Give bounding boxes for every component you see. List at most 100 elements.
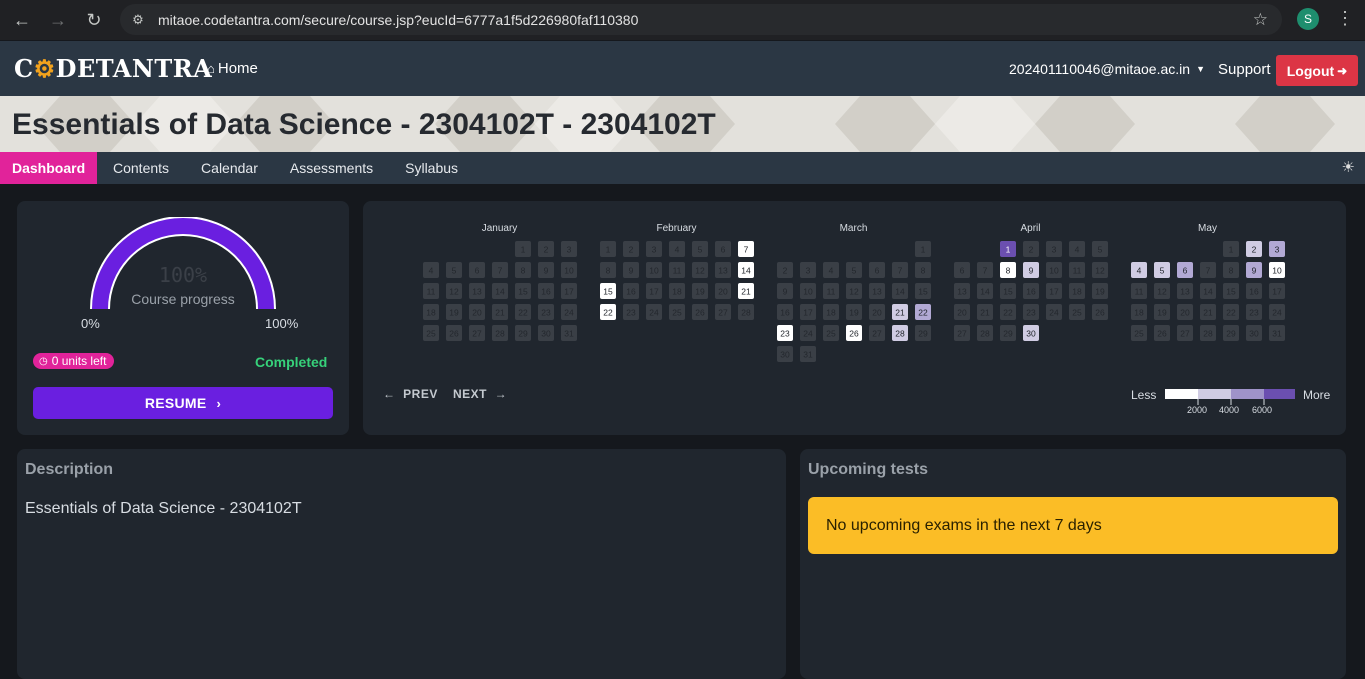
heatmap-day-cell[interactable]: 22 (915, 304, 931, 320)
tab-dashboard[interactable]: Dashboard (0, 152, 97, 184)
reload-icon[interactable]: ↻ (76, 2, 112, 38)
heatmap-day-cell[interactable]: 31 (1269, 325, 1285, 341)
heatmap-day-cell[interactable]: 4 (823, 262, 839, 278)
heatmap-day-cell[interactable]: 21 (892, 304, 908, 320)
forward-icon[interactable]: → (40, 2, 76, 38)
heatmap-day-cell[interactable]: 15 (915, 283, 931, 299)
heatmap-day-cell[interactable]: 18 (669, 283, 685, 299)
heatmap-day-cell[interactable]: 17 (1046, 283, 1062, 299)
heatmap-day-cell[interactable]: 14 (492, 283, 508, 299)
heatmap-day-cell[interactable]: 29 (515, 325, 531, 341)
heatmap-day-cell[interactable]: 31 (561, 325, 577, 341)
heatmap-day-cell[interactable]: 30 (538, 325, 554, 341)
heatmap-day-cell[interactable]: 27 (954, 325, 970, 341)
heatmap-day-cell[interactable]: 1 (600, 241, 616, 257)
heatmap-day-cell[interactable]: 19 (1092, 283, 1108, 299)
heatmap-day-cell[interactable]: 13 (1177, 283, 1193, 299)
heatmap-day-cell[interactable]: 23 (777, 325, 793, 341)
heatmap-day-cell[interactable]: 29 (915, 325, 931, 341)
heatmap-day-cell[interactable]: 27 (469, 325, 485, 341)
heatmap-day-cell[interactable]: 8 (515, 262, 531, 278)
heatmap-day-cell[interactable]: 13 (954, 283, 970, 299)
heatmap-day-cell[interactable]: 10 (800, 283, 816, 299)
heatmap-day-cell[interactable]: 19 (1154, 304, 1170, 320)
heatmap-day-cell[interactable]: 11 (823, 283, 839, 299)
heatmap-day-cell[interactable]: 6 (715, 241, 731, 257)
heatmap-day-cell[interactable]: 5 (692, 241, 708, 257)
heatmap-day-cell[interactable]: 8 (915, 262, 931, 278)
heatmap-day-cell[interactable]: 22 (600, 304, 616, 320)
tab-calendar[interactable]: Calendar (185, 152, 274, 184)
heatmap-day-cell[interactable]: 5 (1092, 241, 1108, 257)
heatmap-day-cell[interactable]: 3 (561, 241, 577, 257)
heatmap-day-cell[interactable]: 28 (492, 325, 508, 341)
heatmap-day-cell[interactable]: 13 (469, 283, 485, 299)
heatmap-day-cell[interactable]: 28 (977, 325, 993, 341)
tab-assessments[interactable]: Assessments (274, 152, 389, 184)
heatmap-day-cell[interactable]: 21 (1200, 304, 1216, 320)
heatmap-day-cell[interactable]: 1 (1000, 241, 1016, 257)
heatmap-day-cell[interactable]: 4 (1131, 262, 1147, 278)
heatmap-day-cell[interactable]: 24 (1046, 304, 1062, 320)
heatmap-day-cell[interactable]: 6 (869, 262, 885, 278)
heatmap-day-cell[interactable]: 30 (1023, 325, 1039, 341)
heatmap-day-cell[interactable]: 6 (1177, 262, 1193, 278)
heatmap-day-cell[interactable]: 23 (1023, 304, 1039, 320)
home-link[interactable]: ⌂ Home (207, 60, 258, 77)
tab-syllabus[interactable]: Syllabus (389, 152, 474, 184)
heatmap-day-cell[interactable]: 1 (1223, 241, 1239, 257)
heatmap-day-cell[interactable]: 4 (1069, 241, 1085, 257)
heatmap-day-cell[interactable]: 18 (1069, 283, 1085, 299)
heatmap-day-cell[interactable]: 26 (446, 325, 462, 341)
next-button[interactable]: NEXT → (453, 387, 507, 401)
heatmap-day-cell[interactable]: 3 (800, 262, 816, 278)
heatmap-day-cell[interactable]: 10 (1269, 262, 1285, 278)
heatmap-day-cell[interactable]: 23 (623, 304, 639, 320)
heatmap-day-cell[interactable]: 11 (669, 262, 685, 278)
heatmap-day-cell[interactable]: 25 (1069, 304, 1085, 320)
resume-button[interactable]: RESUME › (33, 387, 333, 419)
heatmap-day-cell[interactable]: 4 (423, 262, 439, 278)
heatmap-day-cell[interactable]: 2 (538, 241, 554, 257)
heatmap-day-cell[interactable]: 12 (1154, 283, 1170, 299)
heatmap-day-cell[interactable]: 28 (738, 304, 754, 320)
support-link[interactable]: Support (1218, 61, 1271, 78)
heatmap-day-cell[interactable]: 2 (777, 262, 793, 278)
heatmap-day-cell[interactable]: 7 (738, 241, 754, 257)
heatmap-day-cell[interactable]: 26 (1092, 304, 1108, 320)
heatmap-day-cell[interactable]: 22 (1223, 304, 1239, 320)
heatmap-day-cell[interactable]: 1 (915, 241, 931, 257)
heatmap-day-cell[interactable]: 7 (492, 262, 508, 278)
star-icon[interactable]: ☆ (1253, 10, 1268, 30)
heatmap-day-cell[interactable]: 16 (623, 283, 639, 299)
heatmap-day-cell[interactable]: 9 (777, 283, 793, 299)
heatmap-day-cell[interactable]: 26 (1154, 325, 1170, 341)
heatmap-day-cell[interactable]: 21 (977, 304, 993, 320)
heatmap-day-cell[interactable]: 17 (646, 283, 662, 299)
address-bar[interactable]: ⚙ mitaoe.codetantra.com/secure/course.js… (120, 4, 1282, 35)
heatmap-day-cell[interactable]: 4 (669, 241, 685, 257)
heatmap-day-cell[interactable]: 27 (1177, 325, 1193, 341)
heatmap-day-cell[interactable]: 9 (1246, 262, 1262, 278)
heatmap-day-cell[interactable]: 13 (869, 283, 885, 299)
heatmap-day-cell[interactable]: 6 (469, 262, 485, 278)
heatmap-day-cell[interactable]: 6 (954, 262, 970, 278)
heatmap-day-cell[interactable]: 8 (1223, 262, 1239, 278)
heatmap-day-cell[interactable]: 11 (423, 283, 439, 299)
heatmap-day-cell[interactable]: 2 (1246, 241, 1262, 257)
heatmap-day-cell[interactable]: 24 (561, 304, 577, 320)
heatmap-day-cell[interactable]: 20 (954, 304, 970, 320)
heatmap-day-cell[interactable]: 10 (1046, 262, 1062, 278)
heatmap-day-cell[interactable]: 16 (538, 283, 554, 299)
heatmap-day-cell[interactable]: 10 (646, 262, 662, 278)
heatmap-day-cell[interactable]: 3 (646, 241, 662, 257)
heatmap-day-cell[interactable]: 9 (1023, 262, 1039, 278)
heatmap-day-cell[interactable]: 17 (561, 283, 577, 299)
heatmap-day-cell[interactable]: 27 (715, 304, 731, 320)
heatmap-day-cell[interactable]: 2 (1023, 241, 1039, 257)
heatmap-day-cell[interactable]: 19 (692, 283, 708, 299)
heatmap-day-cell[interactable]: 24 (1269, 304, 1285, 320)
heatmap-day-cell[interactable]: 30 (1246, 325, 1262, 341)
heatmap-day-cell[interactable]: 26 (692, 304, 708, 320)
url-text[interactable]: mitaoe.codetantra.com/secure/course.jsp?… (158, 12, 638, 28)
